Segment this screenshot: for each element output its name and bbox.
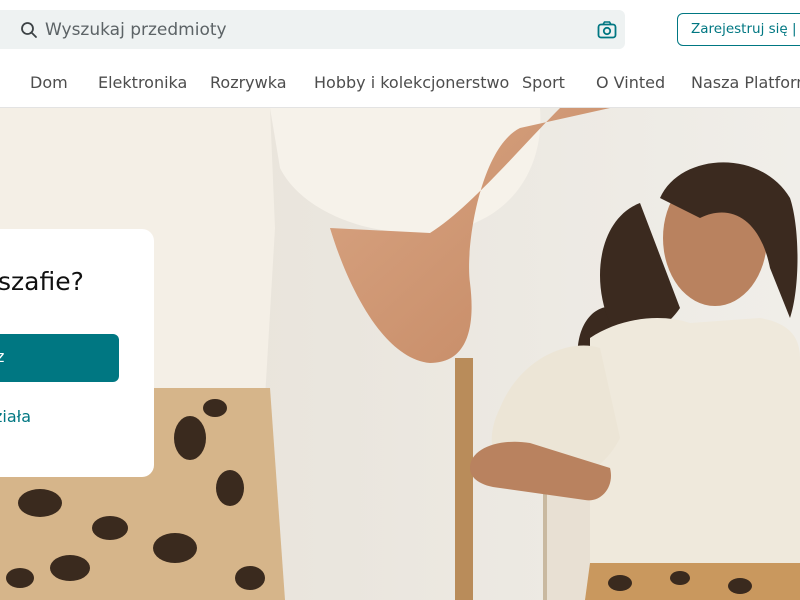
category-nav: Dom Elektronika Rozrywka Hobby i kolekcj…	[0, 60, 800, 108]
hero-card: szafie? z ziała	[0, 229, 154, 477]
hero-banner: szafie? z ziała	[0, 108, 800, 600]
hero-cta-button[interactable]: z	[0, 334, 119, 382]
search-input[interactable]	[45, 10, 565, 49]
top-bar: Zarejestruj się | Za	[0, 0, 800, 61]
hero-secondary-link[interactable]: ziała	[0, 407, 31, 426]
search-bar[interactable]	[0, 10, 625, 49]
search-icon	[21, 22, 37, 38]
nav-item-hobby[interactable]: Hobby i kolekcjonerstwo	[314, 60, 509, 107]
nav-item-about[interactable]: O Vinted	[596, 60, 665, 107]
signup-login-button[interactable]: Zarejestruj się | Za	[677, 13, 800, 46]
camera-icon[interactable]	[597, 20, 617, 40]
nav-item-platform[interactable]: Nasza Platform	[691, 60, 800, 107]
hero-cta-label: z	[0, 347, 5, 366]
nav-item-elektronika[interactable]: Elektronika	[98, 60, 187, 107]
hero-card-title: szafie?	[0, 267, 84, 296]
nav-item-sport[interactable]: Sport	[522, 60, 565, 107]
nav-item-rozrywka[interactable]: Rozrywka	[210, 60, 287, 107]
nav-item-dom[interactable]: Dom	[30, 60, 68, 107]
